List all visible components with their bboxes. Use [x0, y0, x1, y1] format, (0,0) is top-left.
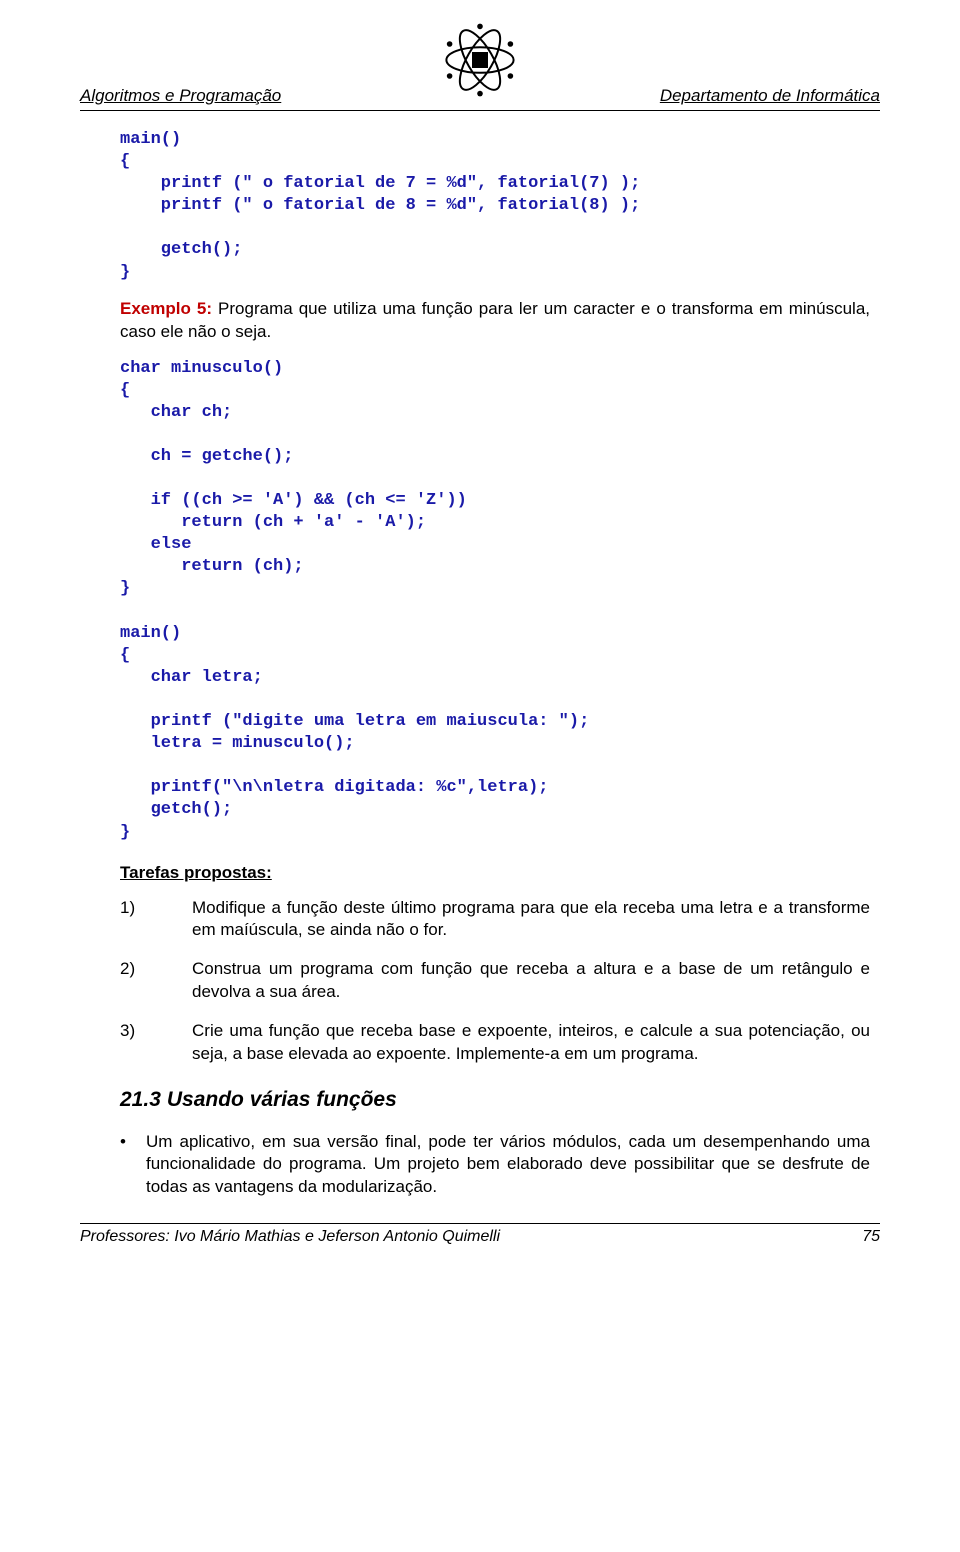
example-paragraph: Exemplo 5: Programa que utiliza uma funç… [120, 298, 870, 344]
header-course-title: Algoritmos e Programação [80, 85, 281, 108]
example-text: Programa que utiliza uma função para ler… [120, 299, 870, 341]
task-number: 1) [120, 897, 192, 943]
bullet-item: • Um aplicativo, em sua versão final, po… [120, 1131, 870, 1200]
bullet-icon: • [120, 1131, 146, 1200]
task-item: 2) Construa um programa com função que r… [120, 958, 870, 1004]
footer-divider [80, 1223, 880, 1224]
header-logo [440, 20, 520, 107]
footer-authors: Professores: Ivo Mário Mathias e Jeferso… [80, 1226, 500, 1248]
section-title: Usando várias funções [167, 1088, 397, 1111]
section-heading: 21.3Usando várias funções [120, 1086, 870, 1114]
bullet-text: Um aplicativo, em sua versão final, pode… [146, 1131, 870, 1200]
task-item: 1) Modifique a função deste último progr… [120, 897, 870, 943]
task-text: Construa um programa com função que rece… [192, 958, 870, 1004]
code-block-main-fatorial: main() { printf (" o fatorial de 7 = %d"… [120, 129, 870, 284]
task-text: Crie uma função que receba base e expoen… [192, 1020, 870, 1066]
tasks-heading: Tarefas propostas: [120, 862, 870, 885]
task-text: Modifique a função deste último programa… [192, 897, 870, 943]
task-number: 3) [120, 1020, 192, 1066]
footer-page-number: 75 [862, 1226, 880, 1248]
task-item: 3) Crie uma função que receba base e exp… [120, 1020, 870, 1066]
page-footer: Professores: Ivo Mário Mathias e Jeferso… [80, 1226, 880, 1248]
page-header: Algoritmos e Programação Departamento de… [80, 20, 880, 110]
task-number: 2) [120, 958, 192, 1004]
page-content: main() { printf (" o fatorial de 7 = %d"… [80, 129, 880, 1199]
page: Algoritmos e Programação Departamento de… [0, 0, 960, 1278]
header-department: Departamento de Informática [660, 85, 880, 108]
code-block-minusculo: char minusculo() { char ch; ch = getche(… [120, 358, 870, 844]
example-label: Exemplo 5: [120, 299, 212, 318]
atom-icon [440, 20, 520, 100]
section-number: 21.3 [120, 1088, 167, 1111]
header-divider [80, 110, 880, 111]
